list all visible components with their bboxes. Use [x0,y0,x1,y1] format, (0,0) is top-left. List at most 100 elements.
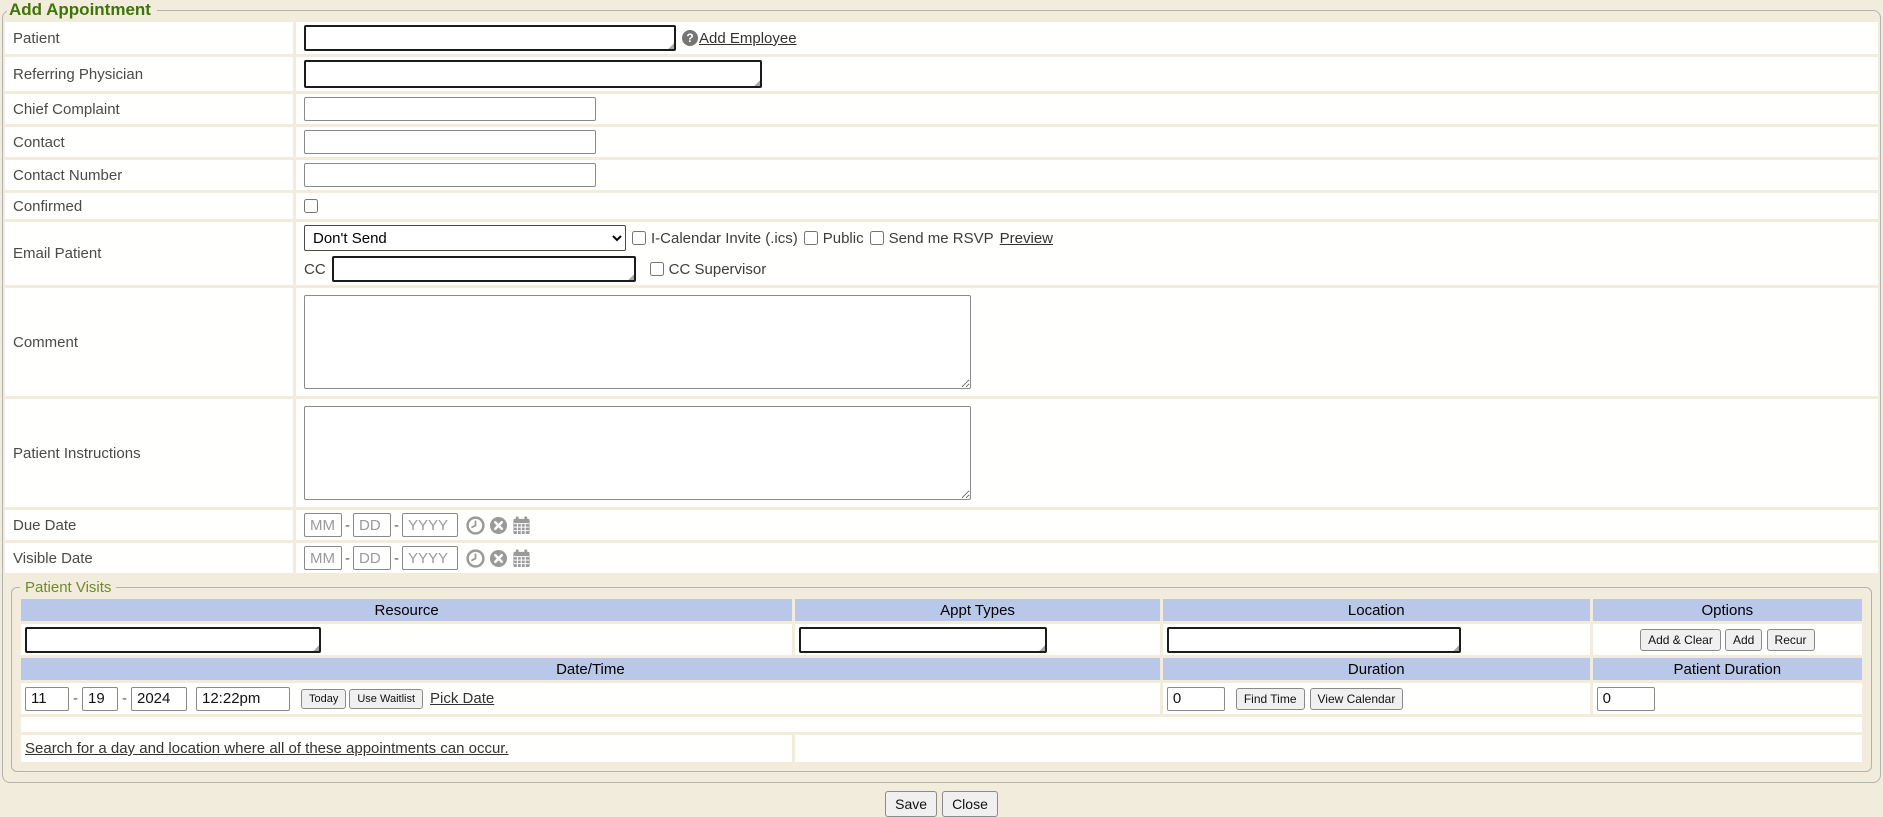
contact-row: Contact [5,127,1878,157]
contact-label: Contact [5,127,293,157]
ical-invite-checkbox[interactable] [632,231,646,245]
visit-time-input[interactable] [196,687,290,711]
contact-number-label: Contact Number [5,160,293,190]
visit-input-row: Add & Clear Add Recur [21,624,1862,655]
calendar-icon[interactable] [512,516,531,535]
chief-complaint-label: Chief Complaint [5,94,293,124]
email-patient-row: Email Patient Don't Send I-Calendar Invi… [5,222,1878,285]
contact-number-input[interactable] [304,163,596,187]
confirmed-checkbox[interactable] [304,199,318,213]
appt-types-header: Appt Types [795,599,1160,621]
public-checkbox[interactable] [804,231,818,245]
clear-date-icon[interactable] [489,549,508,568]
save-button[interactable]: Save [885,791,937,817]
patient-input[interactable] [304,25,676,51]
resource-input[interactable] [25,627,321,653]
clock-icon[interactable] [466,516,485,535]
visit-header-row: Resource Appt Types Location Options [21,599,1862,621]
calendar-icon[interactable] [512,549,531,568]
help-icon[interactable]: ? [682,30,698,46]
add-appointment-fieldset: Add Appointment Patient ? Add Employee R… [2,0,1881,783]
datetime-header-row: Date/Time Duration Patient Duration [21,658,1862,680]
preview-link[interactable]: Preview [1000,230,1053,247]
add-and-clear-button[interactable]: Add & Clear [1640,629,1721,651]
datetime-row: - - Today Use Waitlist Pick Date [21,683,1862,714]
spacer-row [21,717,1862,732]
use-waitlist-button[interactable]: Use Waitlist [349,689,423,709]
patient-visits-fieldset: Patient Visits Resource Appt Types Locat… [11,579,1872,772]
referring-physician-input[interactable] [304,60,762,88]
patient-label: Patient [5,22,293,54]
ical-invite-label: I-Calendar Invite (.ics) [651,230,798,247]
location-input[interactable] [1167,627,1461,653]
footer-buttons: Save Close [0,791,1883,817]
patient-row: Patient ? Add Employee [5,22,1878,54]
add-employee-link[interactable]: Add Employee [699,30,797,47]
cc-supervisor-label: CC Supervisor [669,261,767,278]
cc-input[interactable] [332,256,636,282]
send-rsvp-label: Send me RSVP [889,230,994,247]
clear-date-icon[interactable] [489,516,508,535]
visible-date-row: Visible Date - - [5,543,1878,573]
date-separator: - [345,550,350,567]
patient-duration-input[interactable] [1597,687,1655,711]
search-row: Search for a day and location where all … [21,735,1862,762]
appt-types-input[interactable] [799,627,1047,653]
clock-icon[interactable] [466,549,485,568]
date-separator: - [394,550,399,567]
date-time-header: Date/Time [21,658,1160,680]
date-separator: - [394,517,399,534]
add-appointment-page: Add Appointment Patient ? Add Employee R… [0,0,1883,789]
patient-instructions-label: Patient Instructions [5,399,293,507]
duration-header: Duration [1163,658,1590,680]
view-calendar-button[interactable]: View Calendar [1310,688,1404,710]
referring-physician-label: Referring Physician [5,57,293,91]
search-day-location-link[interactable]: Search for a day and location where all … [25,740,509,757]
date-separator: - [345,517,350,534]
due-date-row: Due Date - - [5,510,1878,540]
chief-complaint-row: Chief Complaint [5,94,1878,124]
visit-year-input[interactable] [131,687,187,711]
comment-label: Comment [5,288,293,396]
email-patient-label: Email Patient [5,222,293,285]
patient-duration-header: Patient Duration [1593,658,1862,680]
duration-input[interactable] [1167,687,1225,711]
comment-textarea[interactable] [304,295,971,389]
find-time-button[interactable]: Find Time [1236,688,1305,710]
add-button[interactable]: Add [1725,629,1762,651]
pick-date-link[interactable]: Pick Date [430,690,494,707]
location-header: Location [1163,599,1590,621]
patient-visits-legend: Patient Visits [20,579,116,596]
visible-date-month-input[interactable] [304,546,342,570]
cc-supervisor-checkbox[interactable] [650,262,664,276]
confirmed-row: Confirmed [5,193,1878,219]
due-date-label: Due Date [5,510,293,540]
patient-instructions-row: Patient Instructions [5,399,1878,507]
close-button[interactable]: Close [942,791,998,817]
date-separator: - [122,690,127,707]
due-date-month-input[interactable] [304,513,342,537]
chief-complaint-input[interactable] [304,97,596,121]
page-title: Add Appointment [7,0,157,20]
due-date-year-input[interactable] [402,513,458,537]
visit-month-input[interactable] [25,687,69,711]
date-separator: - [73,690,78,707]
contact-number-row: Contact Number [5,160,1878,190]
visit-day-input[interactable] [82,687,118,711]
today-button[interactable]: Today [301,689,346,709]
email-send-select[interactable]: Don't Send [304,225,626,251]
contact-input[interactable] [304,130,596,154]
comment-row: Comment [5,288,1878,396]
recur-button[interactable]: Recur [1767,629,1815,651]
send-rsvp-checkbox[interactable] [870,231,884,245]
resource-header: Resource [21,599,792,621]
visible-date-year-input[interactable] [402,546,458,570]
cc-label: CC [304,261,326,278]
patient-visits-table: Resource Appt Types Location Options [18,596,1865,765]
visible-date-label: Visible Date [5,543,293,573]
due-date-day-input[interactable] [353,513,391,537]
options-header: Options [1593,599,1862,621]
patient-instructions-textarea[interactable] [304,406,971,500]
public-label: Public [823,230,864,247]
visible-date-day-input[interactable] [353,546,391,570]
